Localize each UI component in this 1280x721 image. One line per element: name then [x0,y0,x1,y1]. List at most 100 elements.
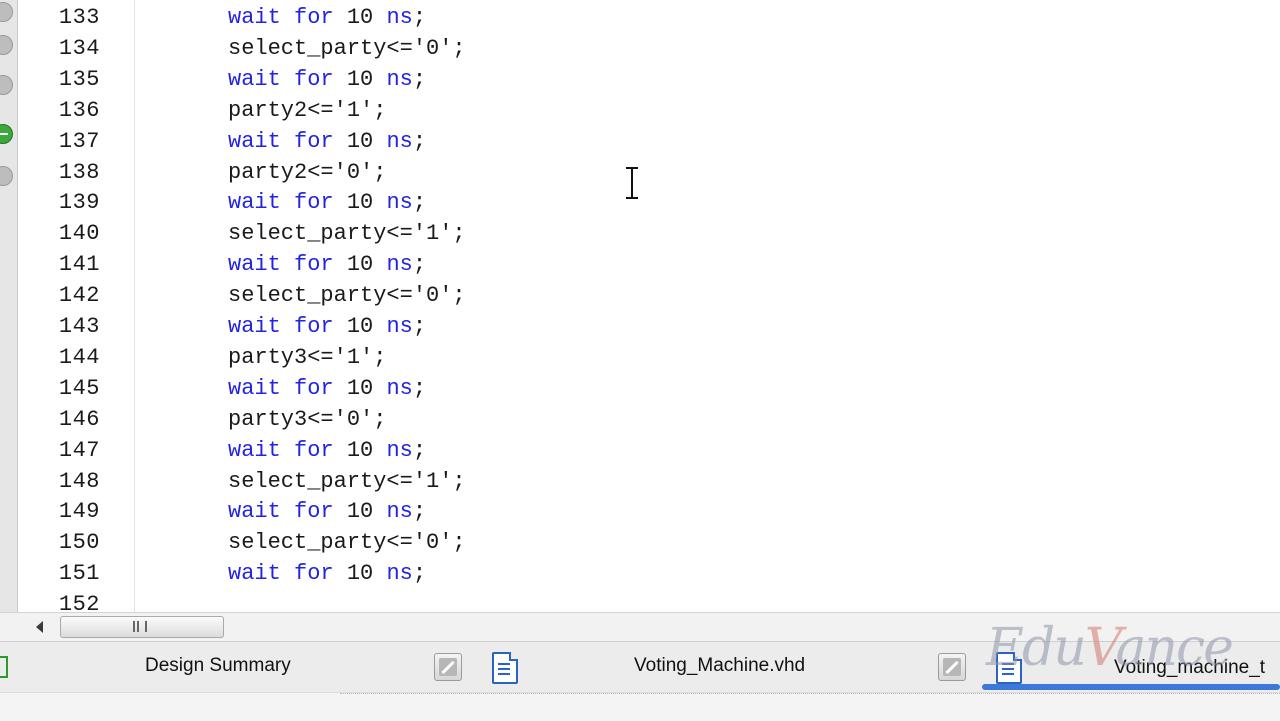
code-token: ; [412,437,427,463]
status-bar [0,692,1280,721]
keyword-token: wait for [228,190,347,216]
code-text: wait for 10 ns; [228,187,426,218]
code-text: select_party<='1'; [228,218,466,249]
code-text: party2<='1'; [228,95,386,126]
keyword-token: ns [386,128,413,154]
code-text: wait for 10 ns; [228,311,426,342]
keyword-token: ns [386,437,413,463]
code-token: party2<='0'; [228,159,387,185]
line-number: 140 [58,221,100,247]
code-line[interactable]: 148 select_party<='1'; [0,466,1280,497]
code-line[interactable]: 139 wait for 10 ns; [0,187,1280,218]
code-token: select_party<='0'; [228,35,466,61]
keyword-token: wait for [228,499,347,525]
code-line[interactable]: 142 select_party<='0'; [0,280,1280,311]
code-line[interactable]: 134 select_party<='0'; [0,33,1280,64]
tab-voting-machine-vhd[interactable]: Voting_Machine.vhd [480,642,980,692]
line-number: 145 [58,375,100,401]
line-number: 137 [58,128,100,154]
code-token: ; [412,190,427,216]
code-line[interactable]: 137 wait for 10 ns; [0,126,1280,157]
code-text: select_party<='1'; [228,466,466,497]
code-token: ; [412,499,427,525]
code-token: party3<='0'; [228,406,387,432]
keyword-token: ns [386,375,413,401]
close-icon[interactable] [434,653,462,681]
line-number: 136 [58,97,100,123]
code-line[interactable]: 149 wait for 10 ns; [0,496,1280,527]
code-text: wait for 10 ns; [228,2,426,33]
tab-label: Voting_Machine.vhd [634,655,806,676]
tab-design-summary[interactable]: Design Summary [0,642,472,692]
grip-icon [133,621,147,632]
code-line[interactable]: 150 select_party<='0'; [0,527,1280,558]
keyword-token: wait for [228,128,347,154]
code-editor[interactable]: 133 wait for 10 ns; 134 select_party<='0'; 1… [0,0,1280,612]
code-line[interactable]: 152 [0,589,1280,612]
keyword-token: ns [386,66,413,92]
code-line[interactable]: 143 wait for 10 ns; [0,311,1280,342]
design-summary-icon [0,656,8,678]
line-number: 149 [58,499,100,525]
code-line[interactable]: 141 wait for 10 ns; [0,249,1280,280]
code-text: wait for 10 ns; [228,249,426,280]
code-token: ; [412,66,427,92]
code-line[interactable]: 145 wait for 10 ns; [0,373,1280,404]
code-token: 10 [346,375,387,401]
code-token: ; [412,314,427,339]
code-text: party3<='1'; [228,342,386,373]
close-icon[interactable] [938,653,966,681]
scroll-left-icon[interactable] [36,621,43,633]
code-token: ; [412,5,427,30]
text-cursor-icon [625,167,639,201]
keyword-token: ns [386,499,413,525]
code-token: select_party<='1'; [228,221,466,247]
code-token: ; [412,375,427,401]
code-token: ; [412,252,427,278]
code-token: ; [412,561,427,587]
keyword-token: ns [386,314,413,339]
keyword-token: wait for [228,314,347,339]
code-token: 10 [346,252,387,278]
code-line[interactable]: 147 wait for 10 ns; [0,435,1280,466]
line-number: 142 [58,283,100,309]
keyword-token: wait for [228,437,347,463]
code-line[interactable]: 133 wait for 10 ns; [0,2,1280,33]
keyword-token: ns [386,252,413,278]
code-text: wait for 10 ns; [228,64,426,95]
line-number: 150 [58,530,100,556]
code-token: 10 [346,314,387,339]
code-token: 10 [346,499,387,525]
code-token: 10 [346,437,387,463]
line-number: 151 [58,561,100,587]
line-number: 152 [58,592,100,612]
code-text: wait for 10 ns; [228,126,426,157]
code-token: party2<='1'; [228,97,387,123]
tab-label: Design Summary [145,655,291,676]
keyword-token: ns [386,5,413,30]
code-text: wait for 10 ns; [228,373,426,404]
keyword-token: wait for [228,5,347,30]
code-line[interactable]: 135 wait for 10 ns; [0,64,1280,95]
code-text: wait for 10 ns; [228,435,426,466]
code-text: select_party<='0'; [228,527,466,558]
code-line[interactable]: 138 party2<='0'; [0,157,1280,188]
active-tab-indicator [982,684,1280,690]
line-number: 135 [58,66,100,92]
code-line[interactable]: 136 party2<='1'; [0,95,1280,126]
code-token: select_party<='0'; [228,530,466,556]
scrollbar-thumb[interactable] [60,616,224,638]
line-number: 143 [58,314,100,339]
code-line[interactable]: 144 party3<='1'; [0,342,1280,373]
line-number: 144 [58,344,100,370]
code-line[interactable]: 146 party3<='0'; [0,404,1280,435]
keyword-token: wait for [228,252,347,278]
code-text: wait for 10 ns; [228,496,426,527]
keyword-token: ns [386,190,413,216]
line-number: 133 [58,5,100,30]
code-line[interactable]: 140 select_party<='1'; [0,218,1280,249]
code-token: 10 [346,190,387,216]
code-token: 10 [346,5,387,30]
code-line[interactable]: 151 wait for 10 ns; [0,558,1280,589]
keyword-token: ns [386,561,413,587]
